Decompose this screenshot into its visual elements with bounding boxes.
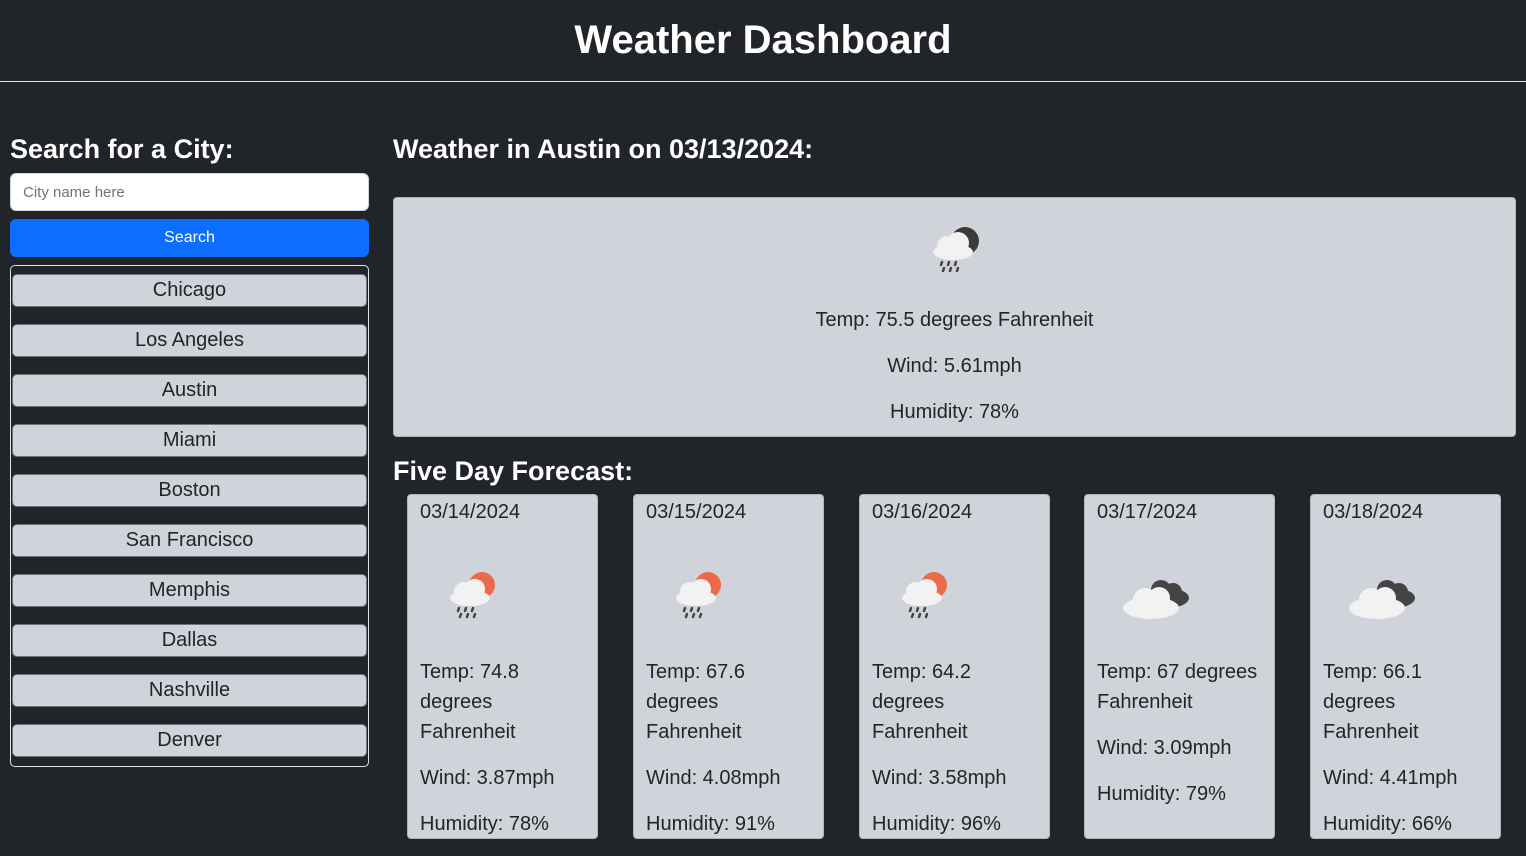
page-title: Weather Dashboard: [574, 18, 952, 62]
page-header: Weather Dashboard: [0, 0, 1526, 82]
history-city-button[interactable]: Chicago: [12, 274, 367, 307]
search-heading: Search for a City:: [10, 134, 234, 164]
current-wind: Wind: 5.61mph: [887, 355, 1022, 377]
forecast-card: 03/17/2024 Temp: 67 degrees Fahrenheit W…: [1084, 494, 1275, 839]
forecast-date: 03/16/2024: [872, 501, 973, 523]
history-city-button[interactable]: Memphis: [12, 574, 367, 607]
forecast-card: 03/18/2024 Temp: 66.1 degrees Fahrenheit…: [1310, 494, 1501, 839]
forecast-temp: Temp: 67 degrees Fahrenheit: [1097, 661, 1258, 713]
forecast-humidity: Humidity: 79%: [1097, 783, 1226, 805]
history-city-button[interactable]: Denver: [12, 724, 367, 757]
forecast-humidity: Humidity: 96%: [872, 813, 1001, 835]
forecast-humidity: Humidity: 66%: [1323, 813, 1452, 835]
search-button[interactable]: Search: [10, 219, 369, 257]
broken-clouds-icon: [1349, 580, 1415, 619]
current-humidity: Humidity: 78%: [890, 401, 1019, 423]
rain-day-icon: [902, 572, 947, 619]
history-city-button[interactable]: Miami: [12, 424, 367, 457]
forecast-card: 03/15/2024 Temp: 67.6 degrees Fahrenheit…: [633, 494, 824, 839]
forecast-date: 03/15/2024: [646, 501, 747, 523]
forecast-wind: Wind: 3.09mph: [1097, 737, 1232, 759]
history-city-button[interactable]: Nashville: [12, 674, 367, 707]
forecast-card: 03/14/2024 Temp: 74.8 degrees Fahrenheit…: [407, 494, 598, 839]
forecast-date: 03/17/2024: [1097, 501, 1198, 523]
history-city-button[interactable]: Austin: [12, 374, 367, 407]
forecast-wind: Wind: 3.58mph: [872, 767, 1007, 789]
current-weather-heading: Weather in Austin on 03/13/2024:: [393, 134, 814, 164]
forecast-temp: Temp: 64.2 degrees Fahrenheit: [872, 661, 971, 743]
search-sidebar: Search for a City: Search Chicago Los An…: [10, 132, 369, 767]
current-weather-card: Temp: 75.5 degrees Fahrenheit Wind: 5.61…: [393, 197, 1516, 437]
broken-clouds-icon: [1123, 580, 1189, 619]
history-city-button[interactable]: Boston: [12, 474, 367, 507]
forecast-temp: Temp: 67.6 degrees Fahrenheit: [646, 661, 745, 743]
forecast-humidity: Humidity: 78%: [420, 813, 549, 835]
forecast-date: 03/14/2024: [420, 501, 521, 523]
forecast-wind: Wind: 4.08mph: [646, 767, 781, 789]
forecast-temp: Temp: 74.8 degrees Fahrenheit: [420, 661, 519, 743]
rain-day-icon: [450, 572, 495, 619]
forecast-wind: Wind: 3.87mph: [420, 767, 555, 789]
forecast-card: 03/16/2024 Temp: 64.2 degrees Fahrenheit…: [859, 494, 1050, 839]
weather-main: Weather in Austin on 03/13/2024: Temp: 7…: [393, 132, 1516, 839]
history-city-button[interactable]: Dallas: [12, 624, 367, 657]
forecast-date: 03/18/2024: [1323, 501, 1424, 523]
forecast-temp: Temp: 66.1 degrees Fahrenheit: [1323, 661, 1422, 743]
current-temp: Temp: 75.5 degrees Fahrenheit: [815, 309, 1094, 331]
rain-night-icon: [932, 227, 979, 273]
history-city-button[interactable]: Los Angeles: [12, 324, 367, 357]
search-history-list: Chicago Los Angeles Austin Miami Boston …: [10, 265, 369, 767]
forecast-humidity: Humidity: 91%: [646, 813, 775, 835]
forecast-heading: Five Day Forecast:: [393, 456, 634, 486]
city-search-input[interactable]: [10, 173, 369, 211]
history-city-button[interactable]: San Francisco: [12, 524, 367, 557]
rain-day-icon: [676, 572, 721, 619]
forecast-wind: Wind: 4.41mph: [1323, 767, 1458, 789]
